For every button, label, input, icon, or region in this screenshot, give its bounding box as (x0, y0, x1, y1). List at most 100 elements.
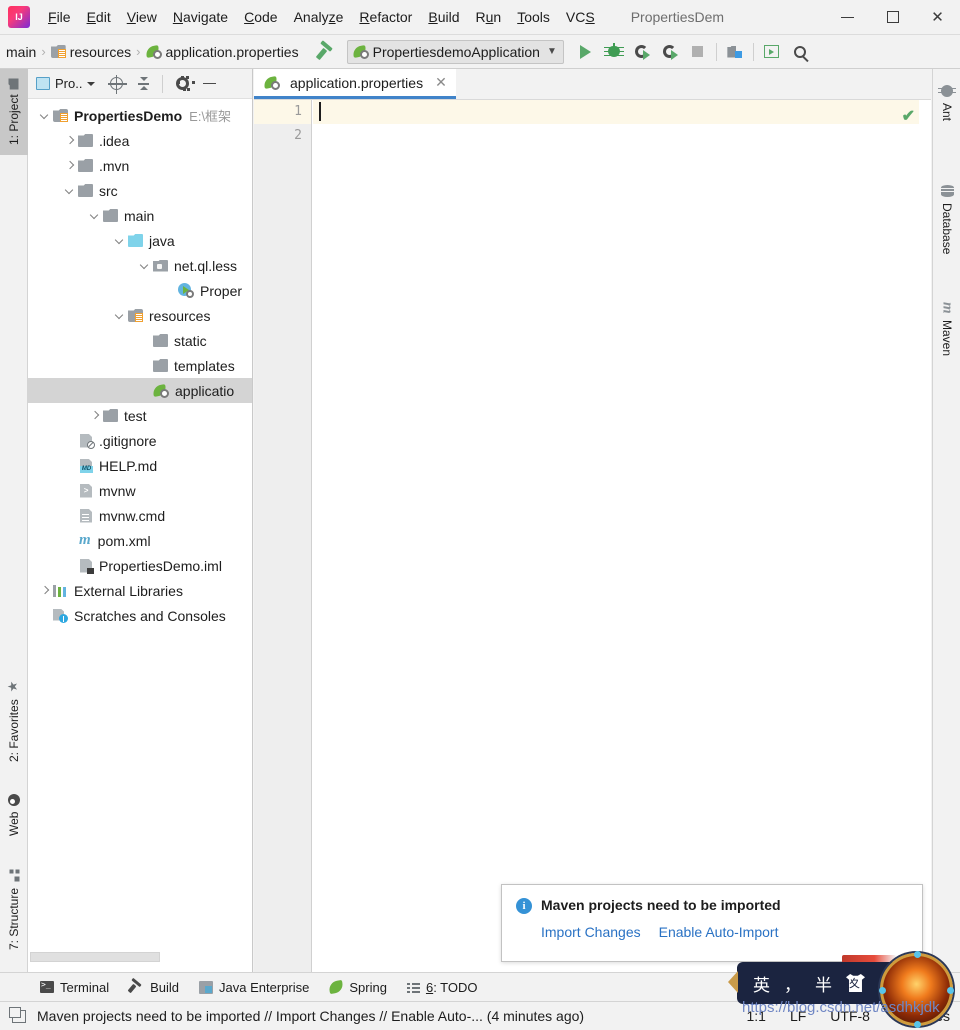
editor-body[interactable]: 1 2 ✔ (254, 100, 931, 972)
sidebar-item-web[interactable]: Web (0, 781, 28, 849)
ime-width-label[interactable]: 半 (815, 971, 832, 996)
tree-node[interactable]: net.ql.less (28, 253, 252, 278)
tree-node[interactable]: resources (28, 303, 252, 328)
sidebar-item-database[interactable]: Database (933, 165, 960, 275)
chevron-right-icon[interactable] (88, 409, 101, 422)
sidebar-item-ant[interactable]: Ant (933, 73, 960, 133)
project-horizontal-scrollbar[interactable] (28, 951, 251, 964)
minimize-icon[interactable] (197, 72, 221, 96)
gear-icon[interactable] (170, 72, 194, 96)
tree-node[interactable]: > mvnw (28, 478, 252, 503)
avatar[interactable] (879, 951, 954, 1028)
maximize-button[interactable] (870, 0, 915, 35)
breadcrumb-item-resources[interactable]: resources (70, 44, 131, 60)
menu-item-file[interactable]: File (40, 7, 79, 27)
tree-node[interactable]: PropertiesDemo E:\框架 (28, 103, 252, 128)
locate-target-icon[interactable] (104, 72, 128, 96)
event-log-icon[interactable] (9, 1006, 26, 1023)
import-changes-link[interactable]: Import Changes (541, 924, 641, 940)
run-with-coverage-button[interactable] (628, 39, 656, 65)
bottom-item-spring[interactable]: Spring (328, 980, 387, 995)
tree-node[interactable]: .mvn (28, 153, 252, 178)
tree-node[interactable]: MD HELP.md (28, 453, 252, 478)
tree-node[interactable]: Scratches and Consoles (28, 603, 252, 628)
tree-node[interactable]: m pom.xml (28, 528, 252, 553)
tree-node[interactable]: .idea (28, 128, 252, 153)
search-everywhere-icon[interactable] (786, 39, 814, 65)
minimize-button[interactable] (825, 0, 870, 35)
editor-scrollbar[interactable] (919, 100, 931, 972)
enable-auto-import-link[interactable]: Enable Auto-Import (659, 924, 779, 940)
ime-punctuation-label[interactable]: ， (784, 971, 801, 996)
sidebar-item-maven[interactable]: m Maven (933, 284, 960, 374)
editor-text-area[interactable] (313, 100, 931, 972)
menu-item-analyze[interactable]: Analyze (286, 7, 352, 27)
tree-node[interactable]: static (28, 328, 252, 353)
ime-mode-label[interactable]: 英 (753, 971, 770, 996)
menu-item-vcs[interactable]: VCS (558, 7, 603, 27)
tree-node[interactable]: Proper (28, 278, 252, 303)
chevron-right-icon[interactable] (63, 159, 76, 172)
status-message[interactable]: Maven projects need to be imported // Im… (37, 1008, 584, 1024)
bottom-item-todo[interactable]: 6: TODO (406, 980, 478, 995)
profile-button[interactable] (656, 39, 684, 65)
chevron-down-icon[interactable] (38, 109, 51, 122)
tree-node[interactable]: test (28, 403, 252, 428)
tree-node[interactable]: .gitignore (28, 428, 252, 453)
chevron-down-icon[interactable] (88, 209, 101, 222)
build-hammer-icon[interactable] (315, 39, 337, 62)
close-icon[interactable]: ✕ (435, 74, 447, 91)
folder-icon (78, 159, 93, 172)
breadcrumb-item-file[interactable]: application.properties (166, 44, 299, 60)
editor-tab-application-properties[interactable]: application.properties ✕ (254, 69, 456, 99)
project-view-selector[interactable]: Pro.. (36, 76, 96, 91)
stop-button[interactable] (684, 39, 712, 65)
run-configuration-selector[interactable]: PropertiesdemoApplication ▼ (346, 39, 564, 64)
editor-gutter[interactable]: 1 2 (254, 100, 312, 972)
line-separator[interactable]: LF (790, 1008, 806, 1024)
tree-node[interactable]: External Libraries (28, 578, 252, 603)
sidebar-item-structure[interactable]: 7: Structure (0, 854, 28, 966)
menu-item-navigate[interactable]: Navigate (165, 7, 236, 27)
menu-item-refactor[interactable]: Refactor (351, 7, 420, 27)
chevron-right-icon[interactable] (38, 584, 51, 597)
inspection-status-icon[interactable]: ✔ (902, 106, 915, 126)
breadcrumb-item-main[interactable]: main (6, 44, 36, 60)
editor-line[interactable] (313, 100, 931, 124)
sidebar-item-project[interactable]: 1: Project (0, 69, 28, 155)
chevron-down-icon[interactable] (113, 309, 126, 322)
tree-node[interactable]: java (28, 228, 252, 253)
shirt-icon[interactable] (846, 974, 865, 992)
chevron-down-icon[interactable] (138, 259, 151, 272)
update-running-app-button[interactable] (758, 39, 786, 65)
close-button[interactable]: ✕ (915, 0, 960, 35)
bottom-item-build[interactable]: Build (127, 977, 179, 995)
tree-node[interactable]: main (28, 203, 252, 228)
project-structure-icon[interactable] (721, 39, 749, 65)
chevron-down-icon[interactable] (63, 184, 76, 197)
file-encoding[interactable]: UTF-8 (830, 1008, 870, 1024)
sidebar-item-label: 1: Project (7, 94, 21, 146)
menu-item-build[interactable]: Build (420, 7, 467, 27)
editor-line[interactable] (313, 124, 931, 148)
tree-node[interactable]: PropertiesDemo.iml (28, 553, 252, 578)
sidebar-item-favorites[interactable]: 2: Favorites ★ (0, 664, 28, 776)
tree-node[interactable]: applicatio (28, 378, 252, 403)
chevron-down-icon[interactable] (113, 234, 126, 247)
menu-item-tools[interactable]: Tools (509, 7, 558, 27)
tree-node[interactable]: mvnw.cmd (28, 503, 252, 528)
project-tree[interactable]: PropertiesDemo E:\框架 .idea .mvn src main java n… (28, 99, 252, 955)
menu-item-edit[interactable]: Edit (79, 7, 119, 27)
bottom-item-terminal[interactable]: Terminal (40, 980, 109, 995)
tree-node[interactable]: src (28, 178, 252, 203)
menu-item-run[interactable]: Run (468, 7, 510, 27)
run-button[interactable] (572, 39, 600, 65)
menu-item-code[interactable]: Code (236, 7, 285, 27)
debug-button[interactable] (600, 39, 628, 65)
collapse-all-icon[interactable] (131, 72, 155, 96)
bottom-item-java-enterprise[interactable]: Java Enterprise (199, 980, 309, 995)
tree-node[interactable]: templates (28, 353, 252, 378)
caret-position[interactable]: 1:1 (746, 1008, 765, 1024)
menu-item-view[interactable]: View (119, 7, 165, 27)
chevron-right-icon[interactable] (63, 134, 76, 147)
